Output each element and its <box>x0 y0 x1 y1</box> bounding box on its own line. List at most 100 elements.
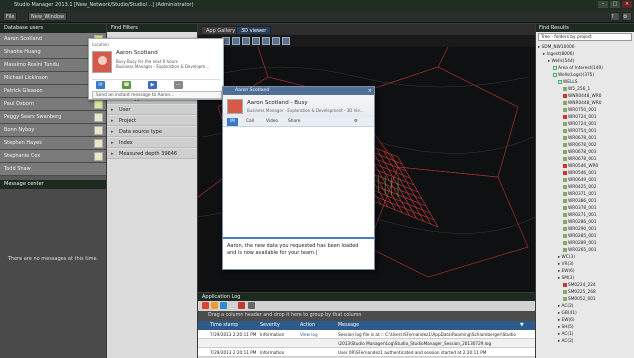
tree-node[interactable]: WR0678_003 <box>563 149 597 156</box>
tree-node[interactable]: ▸ EW(6) <box>558 317 575 324</box>
app-menu-button[interactable]: File <box>3 12 18 21</box>
im-icon[interactable]: ✉ <box>96 81 105 89</box>
column-message[interactable]: Message <box>338 321 359 330</box>
tree-node[interactable]: WR0750_001 <box>563 107 597 114</box>
tree-node[interactable]: WR0724_001 <box>563 114 597 121</box>
tree-node[interactable]: ▸ SM(3) <box>558 275 574 282</box>
close-button[interactable]: × <box>622 1 632 8</box>
filter-user[interactable]: ▸ User <box>107 105 197 115</box>
tree-node[interactable]: WR0678_001 <box>563 135 597 142</box>
tree-node[interactable]: Wells(Logs)(375) <box>553 72 594 79</box>
error-filter-icon[interactable] <box>202 302 209 309</box>
fit-view-icon[interactable] <box>262 37 270 45</box>
tree-node[interactable]: WR0386_001 <box>563 198 597 205</box>
column-time-stamp[interactable]: Time stamp <box>210 321 238 330</box>
tree-node[interactable]: WR0546_WR0 <box>563 163 598 170</box>
log-row[interactable]: 7/29/2013 2:20:11 PM Information View lo… <box>198 330 535 339</box>
tree-node[interactable]: ▸ Wells(544) <box>548 58 574 65</box>
more-icon[interactable]: ⋯ <box>174 81 183 89</box>
tree-node[interactable]: WNR0448_WR0 <box>563 100 602 107</box>
tree-node-label: Area of Interest(149) <box>558 66 603 71</box>
rotate-tool-icon[interactable] <box>242 37 250 45</box>
tree-node[interactable]: ▸ AC(1) <box>558 331 573 338</box>
log-row[interactable]: 7/29/2013 2:20:11 PM Information User 0R… <box>198 348 535 357</box>
tab-3d-viewer[interactable]: 3D viewer <box>236 26 272 35</box>
tree-node[interactable]: W5_256_1 <box>563 86 590 93</box>
tree-node[interactable]: WELLS <box>558 79 577 86</box>
filter-icon[interactable]: ▼ <box>520 321 524 330</box>
tree-node[interactable]: WR0678_001 <box>563 156 597 163</box>
zoom-tool-icon[interactable] <box>232 37 240 45</box>
tab-call[interactable]: Call <box>243 118 257 126</box>
tree-node[interactable]: ▸ SDM_NW10006 <box>538 44 575 51</box>
clear-log-icon[interactable] <box>238 302 245 309</box>
tree-node[interactable]: WR0290_001 <box>563 226 597 233</box>
filter-project[interactable]: ▸ Project <box>107 116 197 126</box>
user-item[interactable]: Peggy Sears Swanberg <box>0 111 106 124</box>
user-item[interactable]: Todd Shaw <box>0 163 106 176</box>
tree-node[interactable]: WR0724_001 <box>563 121 597 128</box>
tab-im[interactable]: IM <box>227 118 238 126</box>
options-icon[interactable]: ⚙ <box>351 118 361 126</box>
tree-node[interactable]: WNR0448_WR0 <box>563 93 602 100</box>
compose-input[interactable]: Aaron, the new data you requested has be… <box>223 237 374 269</box>
tree-node[interactable]: ▸ AC(2) <box>558 303 573 310</box>
tab-app-gallery[interactable]: App Gallery <box>201 26 241 35</box>
tree-node[interactable]: WR0371_001 <box>563 191 597 198</box>
tree-node[interactable]: ▸ Ingest(8006) <box>543 51 574 58</box>
call-icon[interactable]: ☎ <box>122 81 131 89</box>
tree-node[interactable]: SM0224_224 <box>563 282 596 289</box>
pan-tool-icon[interactable] <box>252 37 260 45</box>
tree-node[interactable]: ▸ WC(3) <box>558 254 575 261</box>
tree-node[interactable]: WR0546_001 <box>563 170 597 177</box>
close-icon[interactable]: × <box>368 87 372 95</box>
help-icon[interactable]: ? <box>610 12 620 21</box>
user-item[interactable]: Bonn Nyboy <box>0 124 106 137</box>
tree-node[interactable]: ▸ SH(5) <box>558 324 574 331</box>
column-severity[interactable]: Severity <box>260 321 280 330</box>
tree-node[interactable]: WR0754_001 <box>563 128 597 135</box>
filter-measured-depth[interactable]: ▸ Measured depth 39646 <box>107 149 197 159</box>
tree-node[interactable]: SM0225_268 <box>563 289 596 296</box>
tree-node[interactable]: WR0378_001 <box>563 205 597 212</box>
tree-node[interactable]: ▸ GB(41) <box>558 310 577 317</box>
tab-share[interactable]: Share <box>285 118 303 126</box>
tree-node[interactable]: ▸ AC(2) <box>558 338 573 345</box>
user-item[interactable]: Stephen Hayes <box>0 137 106 150</box>
warning-filter-icon[interactable] <box>211 302 218 309</box>
tree-node[interactable]: WR0425_002 <box>563 184 597 191</box>
tree-node[interactable]: WR0271_001 <box>563 212 597 219</box>
tree-node[interactable]: SM0052_001 <box>563 296 596 303</box>
tree-view-selector[interactable]: Tree - folders by project <box>538 33 632 41</box>
tree-node[interactable]: WR0265_001 <box>563 247 597 254</box>
tree-node[interactable]: ▸ EW(6) <box>558 268 575 275</box>
settings-gear-icon[interactable]: ⚙ <box>622 12 632 21</box>
well-icon <box>563 107 567 112</box>
studio-manager-window: Studio Manager 2013.1 [New_Network/Studi… <box>0 0 634 358</box>
camera-icon[interactable] <box>272 37 280 45</box>
column-action[interactable]: Action <box>300 321 315 330</box>
tree-node[interactable]: WR0285_001 <box>563 233 597 240</box>
measure-tool-icon[interactable] <box>282 37 290 45</box>
tree-node-label: W5_256_1 <box>568 87 591 92</box>
filter-data-source-type[interactable]: ▸ Data source type <box>107 127 197 137</box>
minimize-button[interactable]: – <box>598 1 608 8</box>
tree-node[interactable]: WR0678_002 <box>563 142 597 149</box>
user-item[interactable]: Stephanie Cox <box>0 150 106 163</box>
tree-node[interactable]: WR0286_001 <box>563 219 597 226</box>
video-icon[interactable]: ▶ <box>148 81 157 89</box>
info-filter-icon[interactable] <box>220 302 227 309</box>
tree-node[interactable]: WR0289_001 <box>563 240 597 247</box>
tree-node[interactable]: Area of Interest(149) <box>553 65 603 72</box>
export-log-icon[interactable] <box>248 302 255 309</box>
view-log-link[interactable]: View log <box>300 330 334 339</box>
maximize-button[interactable]: □ <box>610 1 620 8</box>
tab-video[interactable]: Video <box>263 118 281 126</box>
new-window-button[interactable]: New_Window <box>28 12 68 21</box>
log-row[interactable]: \2013\Studio Manager\Log\Studio_StudioMa… <box>198 339 535 348</box>
send-message-input[interactable]: Send an instant message to Aaron... <box>92 91 222 99</box>
tree-node-label: WNR0448_WR0 <box>568 101 602 106</box>
tree-node[interactable]: ▸ VR(3) <box>558 261 574 268</box>
tree-node[interactable]: WR0649_001 <box>563 177 597 184</box>
filter-index[interactable]: ▸ Index <box>107 138 197 148</box>
